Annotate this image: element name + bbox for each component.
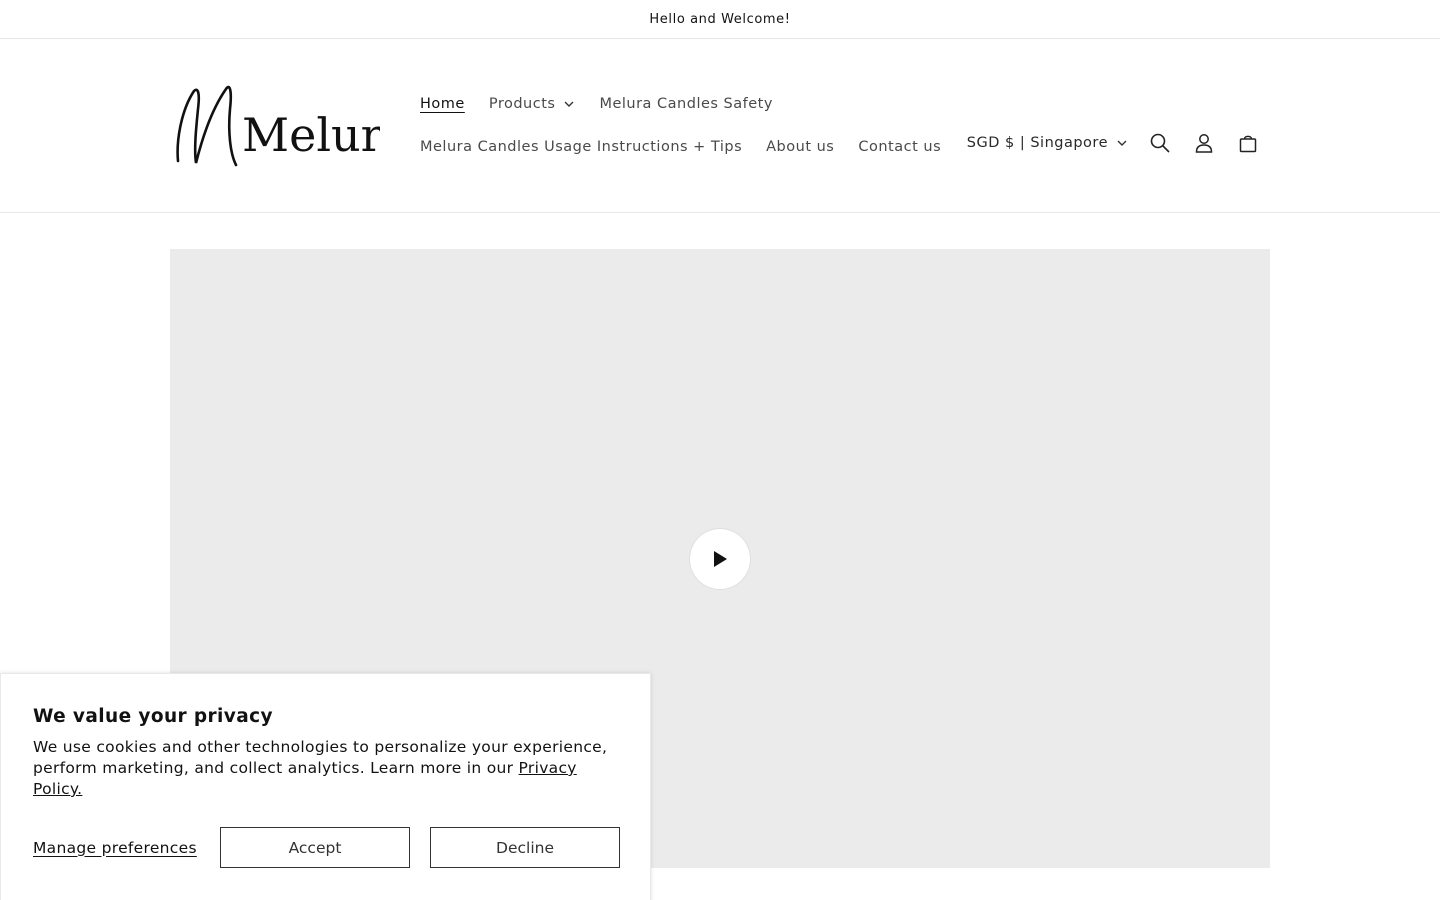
country-selector[interactable]: SGD $ | Singapore (957, 121, 1138, 165)
nav-products-label: Products (488, 96, 556, 112)
nav-products[interactable]: Products (477, 91, 588, 117)
site-header: Melura Home Products Melura Candles Safe… (0, 39, 1440, 213)
nav-usage-instructions[interactable]: Melura Candles Usage Instructions + Tips (408, 134, 754, 160)
main-nav-row-1: Home Products Melura Candles Safety (408, 91, 785, 117)
play-button[interactable] (690, 529, 750, 589)
cookie-banner-title: We value your privacy (33, 706, 273, 727)
nav-usage-instructions-label: Melura Candles Usage Instructions + Tips (420, 139, 743, 155)
site-logo[interactable]: Melura (170, 79, 410, 175)
account-button[interactable] (1182, 121, 1226, 165)
announcement-bar: Hello and Welcome! (0, 0, 1440, 39)
chevron-down-icon (564, 101, 574, 107)
nav-candles-safety[interactable]: Melura Candles Safety (587, 91, 785, 117)
search-icon (1150, 133, 1170, 153)
country-selector-label: SGD $ | Singapore (966, 135, 1108, 151)
account-icon (1195, 134, 1213, 153)
cookie-banner-actions: Manage preferences Accept Decline (33, 827, 620, 868)
logo-text: Melura (242, 108, 380, 162)
nav-about-us-label: About us (766, 139, 835, 155)
search-button[interactable] (1138, 121, 1182, 165)
nav-contact-us-label: Contact us (858, 139, 942, 155)
cookie-banner-body: We use cookies and other technologies to… (33, 737, 623, 800)
cookie-banner: We value your privacy We use cookies and… (0, 673, 651, 900)
cart-icon (1239, 135, 1257, 153)
nav-home-label: Home (420, 96, 465, 112)
announcement-text: Hello and Welcome! (649, 11, 791, 27)
manage-preferences-link[interactable]: Manage preferences (33, 839, 220, 857)
accept-button[interactable]: Accept (220, 827, 410, 868)
melura-logo-icon: Melura (176, 85, 410, 167)
nav-candles-safety-label: Melura Candles Safety (599, 96, 773, 112)
nav-contact-us[interactable]: Contact us (846, 134, 953, 160)
cart-button[interactable] (1226, 121, 1270, 165)
play-icon (714, 551, 727, 567)
header-tools: SGD $ | Singapore (957, 121, 1270, 165)
chevron-down-icon (1117, 140, 1127, 146)
nav-home[interactable]: Home (408, 91, 477, 117)
decline-button[interactable]: Decline (430, 827, 620, 868)
nav-about-us[interactable]: About us (754, 134, 846, 160)
main-nav-row-2: Melura Candles Usage Instructions + Tips… (408, 134, 953, 160)
